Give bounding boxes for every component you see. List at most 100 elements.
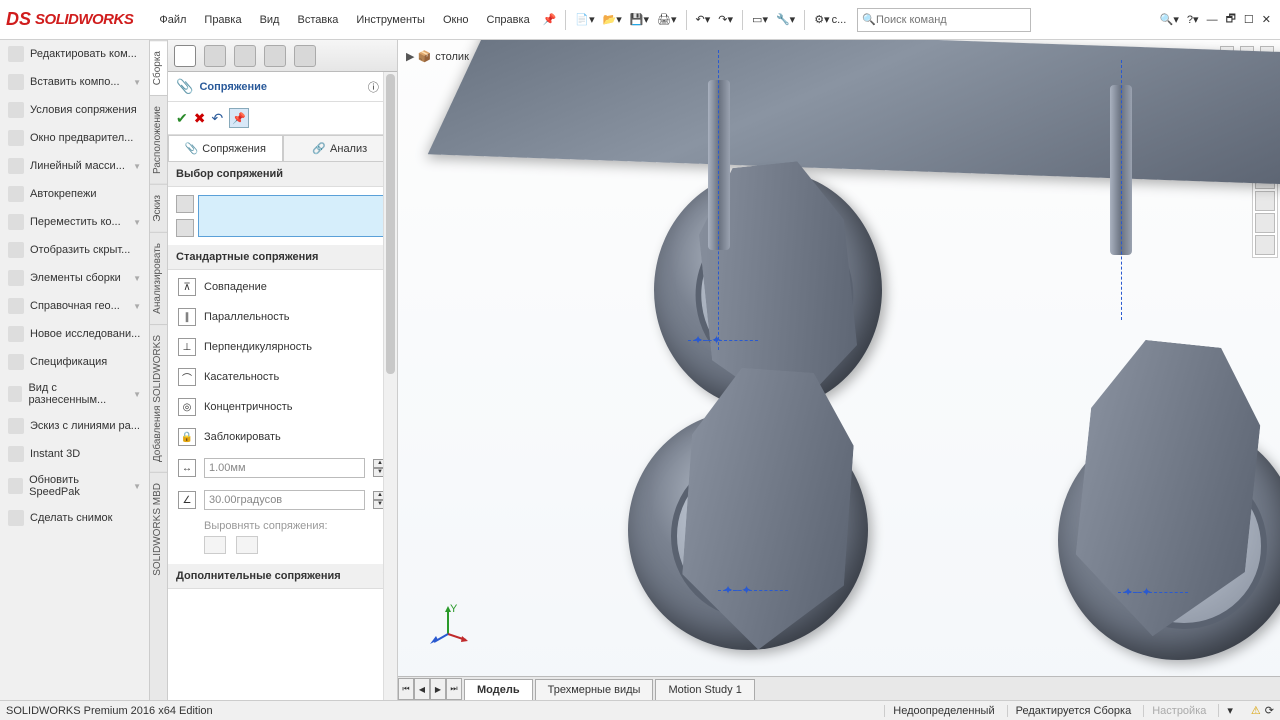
fm-tab-feature-tree[interactable]: [174, 45, 196, 67]
close-button[interactable]: ✕: [1259, 11, 1274, 28]
cmd-move-component[interactable]: Переместить ко...▼: [0, 208, 149, 236]
redo-button[interactable]: ↷▾: [715, 11, 736, 28]
mate-coincident[interactable]: ⊼Совпадение: [168, 272, 397, 302]
align-same-button[interactable]: [204, 536, 226, 554]
menu-window[interactable]: Окно: [435, 10, 477, 30]
cmd-smart-fasteners[interactable]: Автокрепежи: [0, 180, 149, 208]
subtab-analysis[interactable]: 🔗 Анализ: [283, 135, 398, 161]
menu-help[interactable]: Справка: [479, 10, 538, 30]
new-button[interactable]: 📄▾: [572, 11, 597, 28]
cmd-update-speedpak[interactable]: Обновить SpeedPak▼: [0, 468, 149, 504]
orientation-triad[interactable]: Y: [428, 604, 468, 644]
pushpin-button[interactable]: 📌: [229, 108, 249, 128]
cmd-exploded-view[interactable]: Вид с разнесенным...▼: [0, 376, 149, 412]
cmd-bom[interactable]: Спецификация: [0, 348, 149, 376]
print-button[interactable]: 🖨▾: [654, 11, 680, 28]
cmd-assembly-features[interactable]: Элементы сборки▼: [0, 264, 149, 292]
menu-insert[interactable]: Вставка: [289, 10, 346, 30]
menu-edit[interactable]: Правка: [196, 10, 249, 30]
entities-icon[interactable]: [176, 195, 194, 213]
angle-input[interactable]: [204, 490, 365, 510]
cmd-insert-component[interactable]: Вставить компо...▼: [0, 68, 149, 96]
pm-scrollbar[interactable]: [383, 72, 397, 700]
graphics-viewport[interactable]: ▶ 📦 столик (Default<Displ...: [398, 40, 1280, 700]
vtab-analyze[interactable]: Анализировать: [150, 232, 167, 324]
fm-tab-display[interactable]: [294, 45, 316, 67]
multi-mate-icon[interactable]: [176, 219, 194, 237]
svg-text:Y: Y: [450, 604, 458, 615]
app-logo: SOLIDWORKS: [35, 11, 133, 28]
menu-view[interactable]: Вид: [252, 10, 288, 30]
tab-nav-last[interactable]: ⏭: [446, 678, 462, 700]
subtab-mates[interactable]: 📎 Сопряжения: [168, 135, 283, 161]
restore-button[interactable]: 🗗: [1223, 8, 1239, 31]
maximize-button[interactable]: ☐: [1241, 11, 1257, 28]
open-button[interactable]: 📂▾: [600, 11, 625, 28]
tab-nav-next[interactable]: ▶: [430, 678, 446, 700]
menu-bar: DS SOLIDWORKS Файл Правка Вид Вставка Ин…: [0, 0, 1280, 40]
cmd-reference-geom[interactable]: Справочная гео...▼: [0, 292, 149, 320]
save-button[interactable]: 💾▾: [627, 11, 652, 28]
pm-help-arrow-icon[interactable]: ⓘ: [368, 79, 379, 95]
stem-left: [708, 80, 730, 250]
undo-repeat-button[interactable]: ↶: [211, 110, 223, 127]
help-button[interactable]: ?▾: [1184, 11, 1202, 28]
pm-header: 📎 Сопряжение ⓘ ?: [168, 72, 397, 102]
cmd-snapshot[interactable]: Сделать снимок: [0, 504, 149, 532]
pin-menu-button[interactable]: 📌: [540, 11, 560, 28]
section-standard-mates[interactable]: Стандартные сопряжения˄: [168, 245, 397, 270]
undo-button[interactable]: ↶▾: [693, 11, 714, 28]
command-search[interactable]: 🔍: [857, 8, 1031, 32]
mate-lock[interactable]: 🔒Заблокировать: [168, 422, 397, 452]
align-opposite-button[interactable]: [236, 536, 258, 554]
vtab-sketch[interactable]: Эскиз: [150, 184, 167, 232]
cmd-linear-pattern[interactable]: Линейный масси...▼: [0, 152, 149, 180]
status-reload-icon[interactable]: ⟳: [1265, 704, 1274, 717]
tab-nav-first[interactable]: ⏮: [398, 678, 414, 700]
options-button[interactable]: ⚙▾ с...: [811, 11, 849, 28]
fm-tab-config[interactable]: [234, 45, 256, 67]
fm-tab-dimxpert[interactable]: [264, 45, 286, 67]
vtab-layout[interactable]: Расположение: [150, 95, 167, 184]
cmd-preview-window[interactable]: Окно предварител...: [0, 124, 149, 152]
cancel-button[interactable]: ✖: [194, 110, 206, 127]
motion-tab-bar: ⏮ ◀ ▶ ⏭ Модель Трехмерные виды Motion St…: [398, 676, 1280, 700]
vtab-assembly[interactable]: Сборка: [150, 40, 167, 95]
vtab-addins[interactable]: Добавления SOLIDWORKS: [150, 324, 167, 472]
pm-title: Сопряжение: [199, 81, 267, 93]
mate-entities-field[interactable]: [198, 195, 389, 237]
menu-file[interactable]: Файл: [151, 10, 194, 30]
vtab-mbd[interactable]: SOLIDWORKS MBD: [150, 472, 167, 586]
tab-motion-study[interactable]: Motion Study 1: [655, 679, 754, 700]
cmd-mate-conditions[interactable]: Условия сопряжения: [0, 96, 149, 124]
mate-angle[interactable]: ∠ ▲▼: [168, 484, 397, 516]
mate-perpendicular[interactable]: ⊥Перпендикулярность: [168, 332, 397, 362]
search-icon: 🔍: [862, 13, 876, 26]
mate-tangent[interactable]: ⌒Касательность: [168, 362, 397, 392]
fm-tab-property[interactable]: [204, 45, 226, 67]
origin-marker: ✦─✦: [693, 333, 722, 347]
status-custom[interactable]: Настройка: [1143, 705, 1214, 717]
section-mate-selection[interactable]: Выбор сопряжений˄: [168, 162, 397, 187]
tab-nav-prev[interactable]: ◀: [414, 678, 430, 700]
ok-button[interactable]: ✔: [176, 110, 188, 127]
cmd-instant3d[interactable]: Instant 3D: [0, 440, 149, 468]
minimize-button[interactable]: —: [1204, 12, 1221, 28]
distance-input[interactable]: [204, 458, 365, 478]
tab-3dviews[interactable]: Трехмерные виды: [535, 679, 654, 700]
section-advanced-mates[interactable]: Дополнительные сопряжения˅: [168, 564, 397, 589]
search-go-button[interactable]: 🔍▾: [1157, 11, 1182, 28]
cmd-sketch-lines[interactable]: Эскиз с линиями ра...: [0, 412, 149, 440]
menu-tools[interactable]: Инструменты: [348, 10, 433, 30]
cmd-new-study[interactable]: Новое исследовани...: [0, 320, 149, 348]
mate-concentric[interactable]: ◎Концентричность: [168, 392, 397, 422]
cmd-edit-component[interactable]: Редактировать ком...: [0, 40, 149, 68]
tab-model[interactable]: Модель: [464, 679, 533, 700]
mate-parallel[interactable]: ∥Параллельность: [168, 302, 397, 332]
cmd-show-hidden[interactable]: Отобразить скрыт...: [0, 236, 149, 264]
select-button[interactable]: ▭▾: [749, 11, 771, 28]
mate-distance[interactable]: ↔ ▲▼: [168, 452, 397, 484]
rebuild-button[interactable]: 🔧▾: [773, 11, 798, 28]
command-search-input[interactable]: [876, 10, 1026, 30]
status-warning-icon[interactable]: ⚠: [1251, 704, 1261, 717]
